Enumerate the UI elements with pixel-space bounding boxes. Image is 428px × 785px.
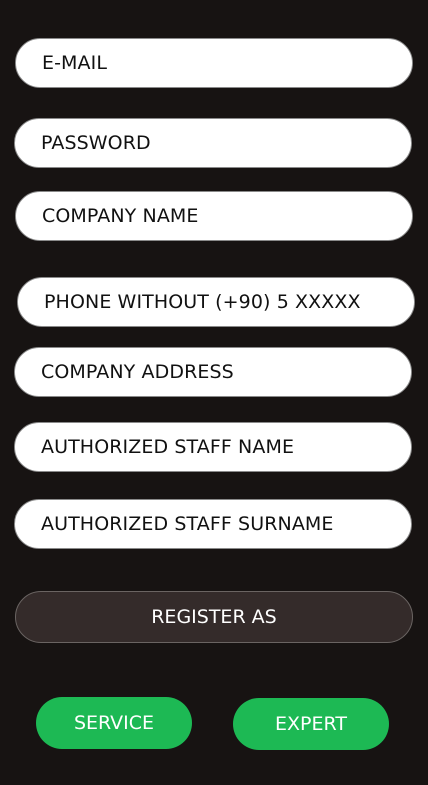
- staff-surname-placeholder: AUTHORIZED STAFF SURNAME: [41, 513, 334, 535]
- company-name-placeholder: COMPANY NAME: [42, 205, 199, 227]
- service-button[interactable]: SERVICE: [36, 697, 192, 749]
- company-address-placeholder: COMPANY ADDRESS: [41, 361, 234, 383]
- expert-label: EXPERT: [275, 713, 347, 735]
- company-name-input[interactable]: COMPANY NAME: [15, 191, 413, 241]
- register-as-button[interactable]: REGISTER AS: [15, 591, 413, 643]
- phone-placeholder: PHONE WITHOUT (+90) 5 XXXXX: [44, 291, 361, 313]
- password-input[interactable]: PASSWORD: [14, 118, 412, 168]
- company-address-input[interactable]: COMPANY ADDRESS: [14, 347, 412, 397]
- register-as-label: REGISTER AS: [151, 606, 277, 628]
- staff-name-input[interactable]: AUTHORIZED STAFF NAME: [14, 422, 412, 472]
- phone-input[interactable]: PHONE WITHOUT (+90) 5 XXXXX: [17, 277, 415, 327]
- staff-name-placeholder: AUTHORIZED STAFF NAME: [41, 436, 295, 458]
- staff-surname-input[interactable]: AUTHORIZED STAFF SURNAME: [14, 499, 412, 549]
- password-placeholder: PASSWORD: [41, 132, 151, 154]
- service-label: SERVICE: [73, 712, 155, 734]
- email-placeholder: E-MAIL: [42, 52, 108, 74]
- expert-button[interactable]: EXPERT: [233, 698, 389, 750]
- email-input[interactable]: E-MAIL: [15, 38, 413, 88]
